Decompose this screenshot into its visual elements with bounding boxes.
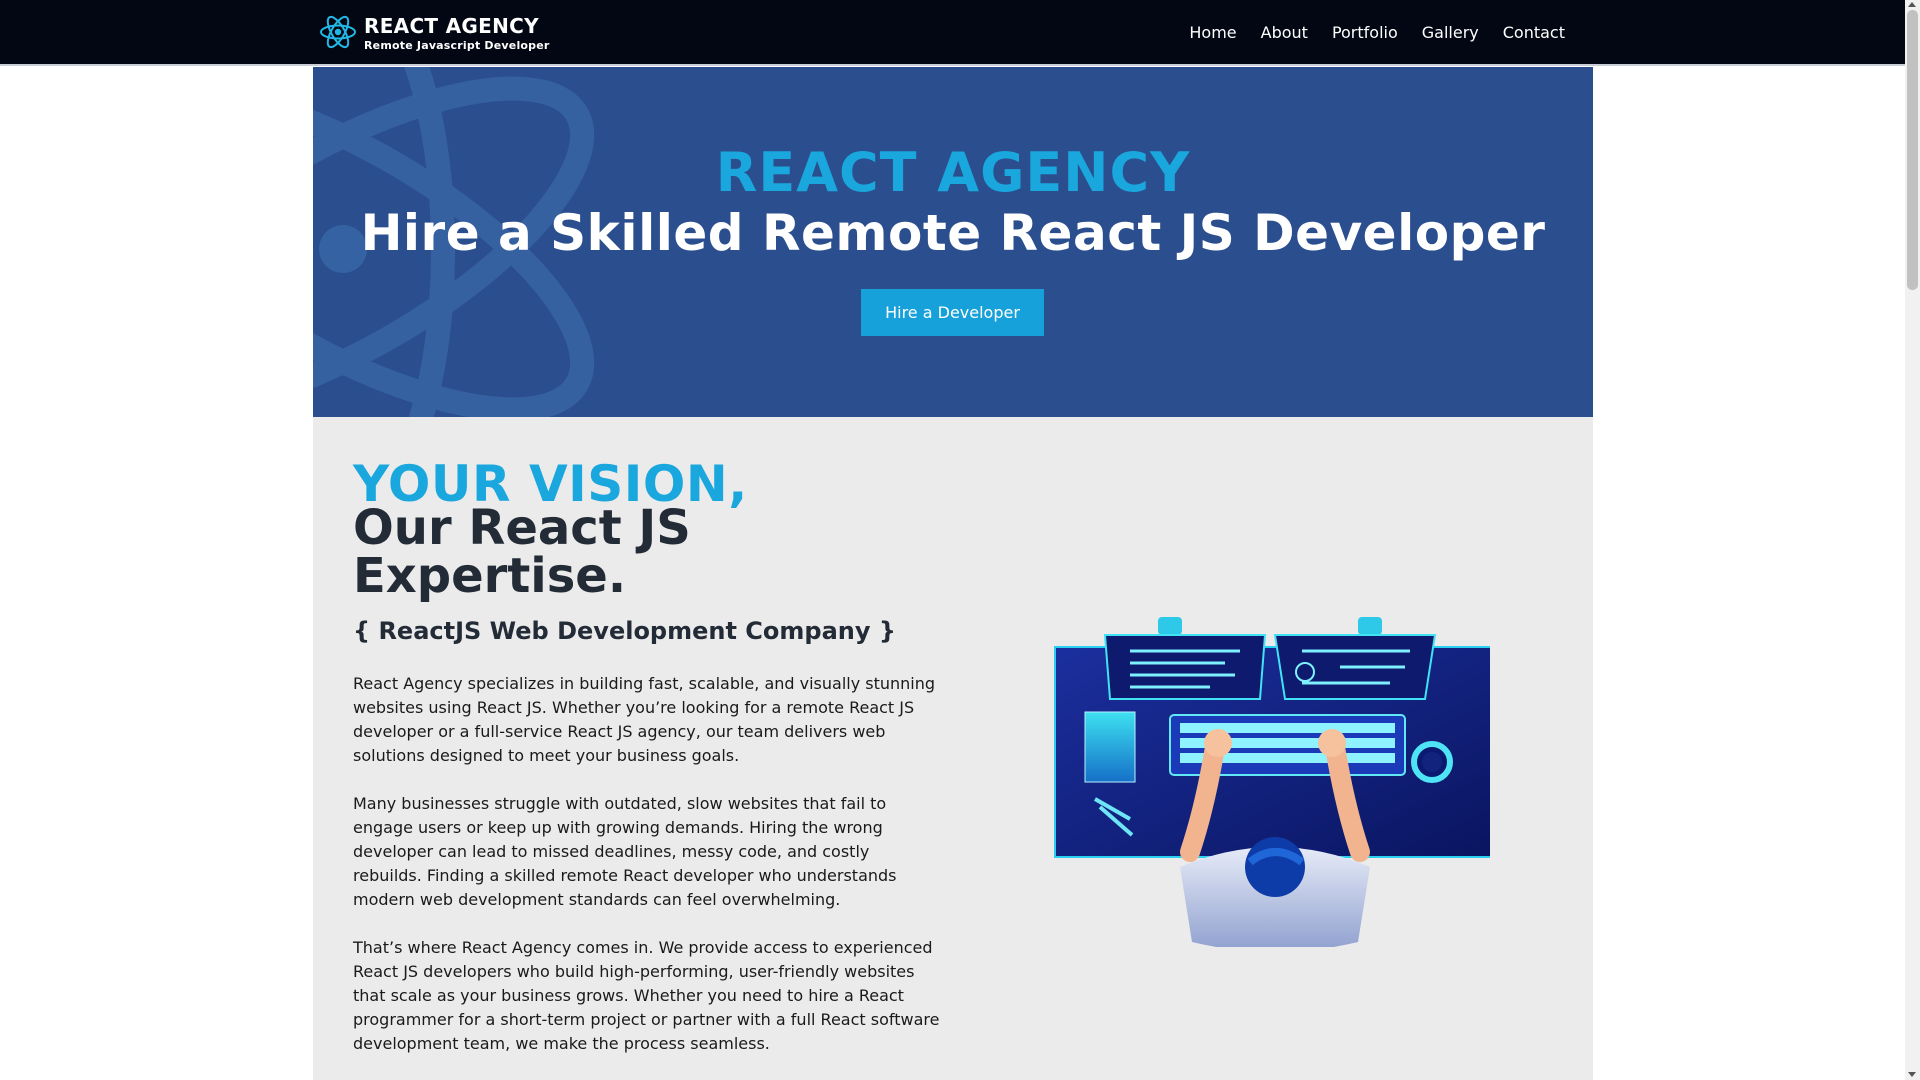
hero-banner: REACT AGENCY Hire a Skilled Remote React… — [313, 67, 1593, 417]
nav-link-contact[interactable]: Contact — [1503, 23, 1565, 42]
brand[interactable]: REACT AGENCY Remote Javascript Developer — [318, 12, 550, 52]
brand-title: REACT AGENCY — [364, 13, 539, 38]
hero-kicker: REACT AGENCY — [715, 141, 1191, 204]
scroll-down-icon[interactable] — [1908, 1072, 1916, 1077]
nav-link-home[interactable]: Home — [1189, 23, 1236, 42]
nav-link-gallery[interactable]: Gallery — [1422, 23, 1479, 42]
main-nav: Home About Portfolio Gallery Contact — [1189, 0, 1565, 64]
about-copy: React Agency specializes in building fas… — [353, 672, 943, 1080]
about-paragraph: Many businesses struggle with outdated, … — [353, 794, 897, 909]
hero-heading: Hire a Skilled Remote React JS Developer — [360, 204, 1546, 262]
company-tagline: { ReactJS Web Development Company } — [353, 617, 896, 645]
vision-heading: Our React JS Expertise. — [353, 500, 691, 604]
top-navbar: REACT AGENCY Remote Javascript Developer… — [0, 0, 1905, 66]
page-scrollbar[interactable] — [1905, 0, 1920, 1080]
hire-developer-button[interactable]: Hire a Developer — [861, 289, 1044, 336]
brand-subtitle: Remote Javascript Developer — [364, 38, 550, 52]
about-paragraph: That’s where React Agency comes in. We p… — [353, 938, 940, 1053]
nav-link-about[interactable]: About — [1261, 23, 1308, 42]
scroll-up-icon[interactable] — [1908, 2, 1916, 7]
react-atom-icon — [320, 15, 356, 49]
about-paragraph: React Agency specializes in building fas… — [353, 674, 936, 765]
nav-link-portfolio[interactable]: Portfolio — [1332, 23, 1398, 42]
developer-at-desk-illustration — [1054, 617, 1490, 947]
about-section: YOUR VISION, Our React JS Expertise. { R… — [313, 417, 1593, 1080]
scrollbar-thumb[interactable] — [1907, 10, 1918, 290]
